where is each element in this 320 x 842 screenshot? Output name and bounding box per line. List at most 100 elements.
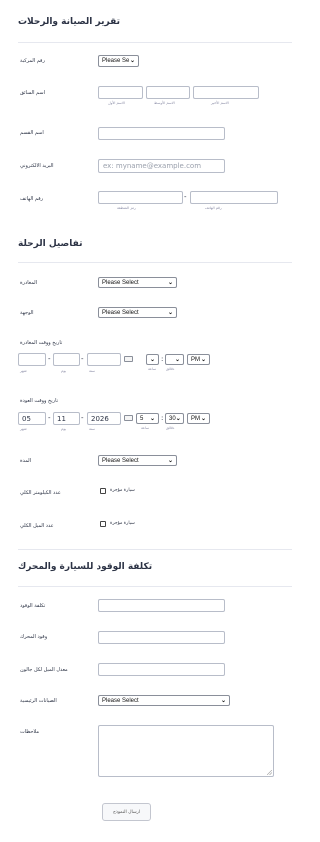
chevron-down-icon: ⌄: [167, 457, 173, 464]
chevron-down-icon: ⌄: [200, 356, 206, 363]
department-label: اسم القسم: [20, 130, 44, 136]
phone-number-input[interactable]: [190, 191, 278, 204]
fuel-cost-label: تكلفة الوقود: [20, 603, 46, 609]
miles-total-label: عدد الميل الكلي: [20, 523, 54, 529]
hour-sublabel: ساعة: [141, 426, 150, 430]
mpg-label: معدل الميل لكل جالون: [20, 667, 68, 673]
middle-name-sublabel: الاسم الأوسط: [154, 101, 175, 105]
trip-section-title: تفاصيل الرحلة: [18, 239, 83, 249]
chevron-down-icon: ⌄: [200, 415, 206, 422]
return-year-input[interactable]: 2026: [87, 412, 121, 425]
phone-separator: -: [184, 193, 187, 201]
divider: [18, 586, 292, 587]
return-hour-value: 5: [140, 415, 144, 422]
vehicle-number-value: Please Se: [102, 58, 130, 64]
email-field[interactable]: ex: myname@example.com: [98, 159, 225, 173]
return-month-input[interactable]: 05: [18, 412, 46, 425]
notes-textarea[interactable]: [98, 725, 274, 777]
driver-middle-name-input[interactable]: [146, 86, 190, 99]
departure-select[interactable]: Please Select ⌄: [98, 277, 177, 288]
departure-year-input[interactable]: [87, 353, 121, 366]
first-name-sublabel: الاسم الأول: [108, 101, 125, 105]
departure-value: Please Select: [102, 279, 139, 286]
rented-car-checkbox[interactable]: [100, 488, 106, 494]
resize-handle-icon[interactable]: [267, 770, 272, 775]
rented-car-option-label: سيارة مؤجرة: [110, 521, 135, 526]
return-hour-select[interactable]: 5 ⌄: [136, 413, 159, 424]
return-datetime-label: تاريخ ووقت العودة: [20, 398, 59, 404]
phone-area-code-input[interactable]: [98, 191, 183, 204]
rented-car-option-label: سيارة مؤجرة: [110, 488, 135, 493]
email-label: البريد الالكتروني: [20, 163, 54, 169]
minute-sublabel: دقائق: [166, 426, 175, 430]
form-title: تقرير الصيانة والرحلات: [18, 17, 120, 27]
chevron-down-icon: ⌄: [220, 697, 226, 704]
calendar-icon[interactable]: [124, 415, 133, 421]
vehicle-number-label: رقم المركبة: [20, 58, 45, 64]
engine-fuel-label: وقود المحرك: [20, 634, 48, 640]
notes-label: ملاحظات: [20, 729, 40, 735]
mpg-input[interactable]: [98, 663, 225, 676]
destination-value: Please Select: [102, 309, 139, 316]
hour-sublabel: ساعة: [148, 367, 157, 371]
day-sublabel: يوم: [61, 427, 67, 431]
fuel-cost-input[interactable]: [98, 599, 225, 612]
date-separator: -: [48, 414, 51, 422]
fuel-section-title: تكلفة الوقود للسيارة والمحرك: [18, 562, 153, 572]
time-colon: :: [161, 414, 164, 422]
departure-hour-select[interactable]: ⌄: [146, 354, 159, 365]
driver-last-name-input[interactable]: [193, 86, 259, 99]
date-separator: -: [48, 355, 51, 363]
month-sublabel: شهر: [20, 427, 27, 431]
month-sublabel: شهر: [20, 369, 27, 373]
departure-month-input[interactable]: [18, 353, 46, 366]
departure-minute-select[interactable]: ⌄: [165, 354, 184, 365]
phone-number-sublabel: رقم الهاتف: [205, 206, 222, 210]
engine-fuel-input[interactable]: [98, 631, 225, 644]
date-separator: -: [81, 414, 84, 422]
minute-sublabel: دقائق: [166, 367, 175, 371]
return-ampm-select[interactable]: PM ⌄: [187, 413, 210, 424]
chevron-down-icon: ⌄: [150, 356, 156, 363]
return-day-input[interactable]: 11: [53, 412, 80, 425]
return-minute-value: 30: [169, 415, 176, 422]
odometer-total-label: عدد الكيلومتر الكلي: [20, 490, 61, 496]
time-colon: :: [161, 355, 164, 363]
phone-label: رقم الهاتف: [20, 196, 44, 202]
submit-button[interactable]: ارسال النموذج: [102, 803, 151, 821]
duration-select[interactable]: Please Select ⌄: [98, 455, 177, 466]
last-name-sublabel: الاسم الأخير: [211, 101, 229, 105]
chevron-down-icon: ⌄: [174, 356, 180, 363]
duration-value: Please Select: [102, 457, 139, 464]
departure-label: المغادرة: [20, 280, 37, 286]
return-minute-select[interactable]: 30 ⌄: [165, 413, 184, 424]
day-sublabel: يوم: [61, 369, 67, 373]
main-maintenance-value: Please Select: [102, 697, 139, 704]
return-ampm-value: PM: [191, 415, 200, 422]
vehicle-number-select[interactable]: Please Se ⌄: [98, 55, 139, 67]
duration-label: المدة: [20, 458, 32, 464]
chevron-down-icon: ⌄: [167, 309, 173, 316]
chevron-down-icon: ⌄: [175, 415, 181, 422]
driver-first-name-input[interactable]: [98, 86, 143, 99]
rented-car-checkbox[interactable]: [100, 521, 106, 527]
destination-label: الوجهة: [20, 310, 34, 316]
chevron-down-icon: ⌄: [149, 415, 155, 422]
departure-ampm-select[interactable]: PM ⌄: [187, 354, 210, 365]
destination-select[interactable]: Please Select ⌄: [98, 307, 177, 318]
chevron-down-icon: ⌄: [167, 279, 173, 286]
area-code-sublabel: رمز المنطقة: [117, 206, 136, 210]
driver-name-label: اسم السائق: [20, 90, 45, 96]
year-sublabel: سنة: [89, 369, 96, 373]
departure-datetime-label: تاريخ ووقت المغادرة: [20, 340, 63, 346]
date-separator: -: [81, 355, 84, 363]
divider: [18, 262, 292, 263]
main-maintenance-label: الصيانات الرئيسية: [20, 698, 57, 704]
divider: [18, 42, 292, 43]
main-maintenance-select[interactable]: Please Select ⌄: [98, 695, 230, 706]
departure-day-input[interactable]: [53, 353, 80, 366]
department-input[interactable]: [98, 127, 225, 140]
year-sublabel: سنة: [89, 427, 96, 431]
divider: [18, 549, 292, 550]
calendar-icon[interactable]: [124, 356, 133, 362]
